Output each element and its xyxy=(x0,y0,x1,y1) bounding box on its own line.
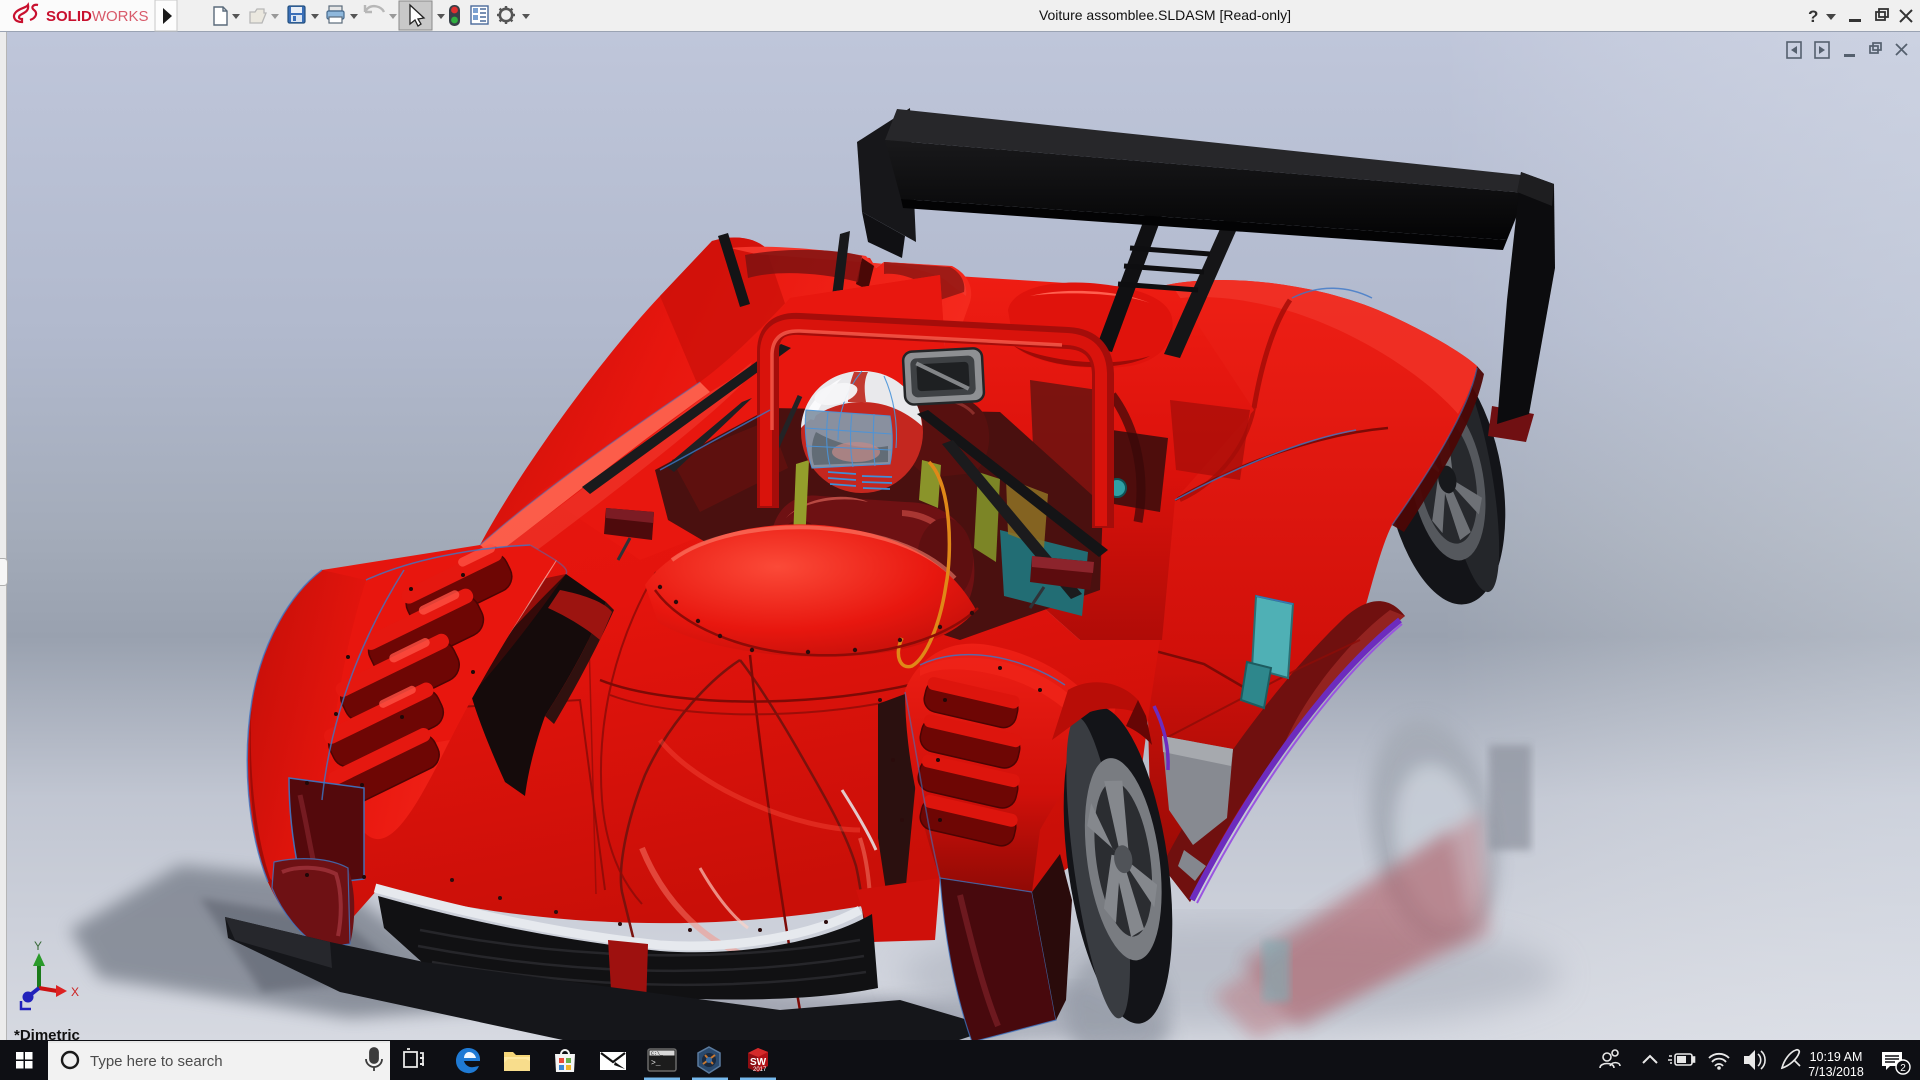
svg-text:C:\_: C:\_ xyxy=(651,1051,664,1057)
svg-text:2: 2 xyxy=(1900,1063,1906,1074)
svg-text:10:19 AM: 10:19 AM xyxy=(1810,1050,1863,1064)
svg-text:Y: Y xyxy=(34,939,42,953)
svg-text:SOLIDWORKS: SOLIDWORKS xyxy=(46,8,149,25)
svg-text:?: ? xyxy=(1808,7,1818,26)
svg-text:Type here to search: Type here to search xyxy=(90,1053,223,1070)
svg-text:2017: 2017 xyxy=(753,1067,767,1073)
svg-text:>_: >_ xyxy=(651,1059,661,1068)
svg-text:7/13/2018: 7/13/2018 xyxy=(1808,1065,1864,1079)
svg-text:X: X xyxy=(71,985,79,999)
svg-text:*Dimetric: *Dimetric xyxy=(14,1027,80,1040)
